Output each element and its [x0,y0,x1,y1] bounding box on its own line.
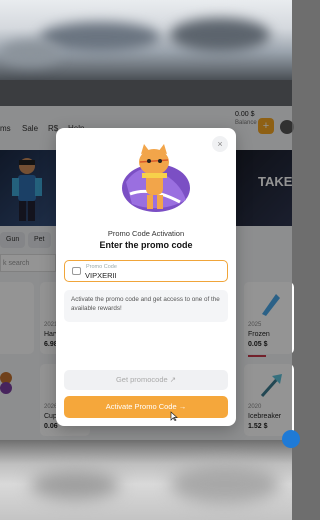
blurred-top-background [0,0,292,80]
get-promocode-button[interactable]: Get promocode ↗ [64,370,228,390]
mouse-cursor-icon [170,411,178,421]
blurred-bottom-background [0,440,292,520]
ticket-icon [72,267,81,275]
promo-code-modal: × Promo Code Activation Enter the promo … [56,128,236,426]
dark-strip [0,80,292,106]
close-button[interactable]: × [212,136,228,152]
modal-subtitle: Promo Code Activation [107,229,185,238]
promo-code-field[interactable]: Promo Code [64,260,228,282]
promo-code-input[interactable] [85,270,215,280]
chat-button[interactable] [282,430,300,448]
info-text: Activate the promo code and get access t… [64,290,228,322]
modal-title: Enter the promo code [99,240,193,250]
cat-mascot-illustration [122,144,190,212]
activate-promo-code-button[interactable]: Activate Promo Code → [64,396,228,418]
